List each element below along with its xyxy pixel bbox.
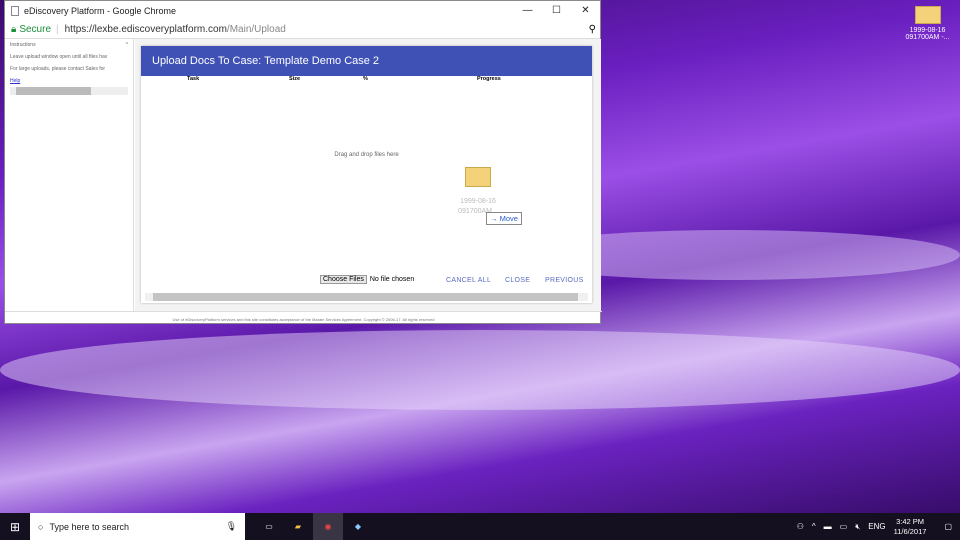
help-link[interactable]: Help <box>10 78 20 84</box>
task-view-icon[interactable]: ▭ <box>255 522 283 531</box>
previous-button[interactable]: PREVIOUS <box>545 277 584 284</box>
taskbar: ⊞ ○ Type here to search 🎙︎ ▭ ▰ ◉ ◆ ⚇ ^ ▬ ▭ 🔇︎ … <box>0 513 960 540</box>
search-icon: ○ <box>38 521 44 532</box>
address-bar[interactable]: https://lexbe.ediscoveryplatform.com/Mai… <box>65 24 286 35</box>
maximize-button[interactable]: ☐ <box>542 5 571 16</box>
start-button[interactable]: ⊞ <box>10 520 20 534</box>
footer-text: Use of eDiscoveryPlatform services and t… <box>5 311 602 322</box>
instruction-line: For large uploads, please contact Sales … <box>10 66 106 72</box>
upload-title: Upload Docs To Case: Template Demo Case … <box>141 46 592 76</box>
secure-label: Secure <box>19 23 52 35</box>
upload-card: Upload Docs To Case: Template Demo Case … <box>141 46 592 303</box>
instruction-line: Leave upload window open until all files… <box>10 54 108 60</box>
collapse-icon[interactable]: ^ <box>126 42 128 48</box>
desktop-icon[interactable]: 1999-08-16 091700AM -... <box>900 6 955 41</box>
battery-icon[interactable]: ▬ <box>824 522 832 531</box>
mic-icon[interactable]: 🎙︎ <box>226 521 237 532</box>
envelope-icon <box>465 167 491 187</box>
window-title: eDiscovery Platform - Google Chrome <box>24 5 177 16</box>
tray-chevron-icon[interactable]: ^ <box>812 522 816 531</box>
dragged-file: 1999-08-16 091700AM... <box>452 167 504 217</box>
people-icon[interactable]: ⚇ <box>797 522 804 531</box>
minimize-button[interactable]: — <box>513 5 542 16</box>
cancel-all-button[interactable]: CANCEL ALL <box>446 277 491 284</box>
page-icon <box>11 5 19 16</box>
browser-window: eDiscovery Platform - Google Chrome — ☐ ✕ … <box>4 0 602 324</box>
instructions-panel: Instructions ^ Leave upload window open u… <box>5 39 134 311</box>
icon-label-2: 091700AM -... <box>905 34 950 41</box>
move-tooltip: → Move <box>486 212 522 225</box>
volume-muted-icon[interactable]: 🔇︎ <box>855 522 860 532</box>
icon-label: 1999-08-16 <box>909 27 946 34</box>
col-task: Task <box>187 76 200 82</box>
network-icon[interactable]: ▭ <box>840 522 848 531</box>
col-progress: Progress <box>477 76 501 82</box>
search-icon[interactable]: ⚲ <box>589 24 596 35</box>
horizontal-scrollbar[interactable] <box>145 293 588 301</box>
envelope-icon <box>914 6 941 24</box>
choose-files-input[interactable]: Choose Files No file chosen <box>320 275 414 284</box>
app-icon[interactable]: ◆ <box>343 522 373 531</box>
language-indicator[interactable]: ENG <box>868 522 885 531</box>
chrome-icon[interactable]: ◉ <box>313 513 343 540</box>
notifications-icon[interactable]: ▢ <box>944 522 952 531</box>
file-explorer-icon[interactable]: ▰ <box>283 522 313 531</box>
clock[interactable]: 3:42 PM 11/6/2017 <box>894 517 927 537</box>
close-window-button[interactable]: ✕ <box>571 5 600 16</box>
instructions-title: Instructions <box>10 42 36 48</box>
search-box[interactable]: ○ Type here to search 🎙︎ <box>30 513 245 540</box>
lock-icon: 🔒︎ <box>11 23 17 35</box>
close-button[interactable]: CLOSE <box>505 277 530 284</box>
drop-zone[interactable]: Drag and drop files here <box>141 152 592 158</box>
sidebar-scrollbar[interactable] <box>10 87 128 95</box>
search-placeholder: Type here to search <box>49 521 129 532</box>
col-size: Size <box>289 76 301 82</box>
col-percent: % <box>363 76 368 82</box>
